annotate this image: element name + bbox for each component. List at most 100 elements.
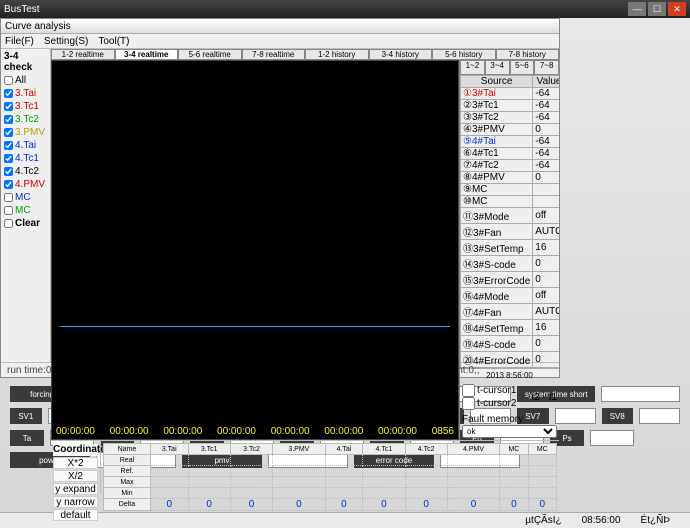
tab-7-8-history[interactable]: 7-8 history [496, 49, 560, 59]
coord-header: Coordinates [53, 444, 98, 456]
source-cell: ⑦4#Tc2 [461, 160, 533, 172]
range-btn-3~4[interactable]: 3~4 [485, 60, 510, 75]
grid-cell [528, 455, 556, 466]
check-3-PMV[interactable]: 3.PMV [4, 127, 47, 138]
chart-area[interactable]: 00:00:0000:00:0000:00:0000:00:0000:00:00… [51, 60, 459, 440]
tab-7-8-realtime[interactable]: 7-8 realtime [242, 49, 306, 59]
tab-3-4-realtime[interactable]: 3-4 realtime [115, 49, 179, 59]
field-Ps[interactable] [590, 430, 634, 446]
coord-X-2[interactable]: X*2 [53, 457, 98, 469]
btn-SV1[interactable]: SV1 [10, 408, 42, 424]
source-cell: Source [461, 76, 533, 88]
fault-memory-select[interactable]: ok [462, 425, 557, 438]
source-cell: ⑥4#Tc1 [461, 148, 533, 160]
grid-cell: 0 [273, 499, 325, 511]
chart-tick: 00:00:00 [56, 426, 95, 437]
check-3-Tc2[interactable]: 3.Tc2 [4, 114, 47, 125]
source-cell: 0 [533, 172, 559, 184]
tab-5-6-history[interactable]: 5-6 history [432, 49, 496, 59]
field-SV7[interactable] [555, 408, 596, 424]
check-3-Tai[interactable]: 3.Tai [4, 88, 47, 99]
grid-cell [405, 455, 447, 466]
grid-cell: Max [104, 477, 151, 488]
check-clear[interactable]: Clear [4, 218, 47, 229]
grid-cell [447, 455, 499, 466]
range-btn-5~6[interactable]: 5~6 [510, 60, 535, 75]
grid-cell [528, 466, 556, 477]
chart-tick: 00:00:00 [217, 426, 256, 437]
grid-cell: 4.Tai [325, 444, 363, 455]
check-MC[interactable]: MC [4, 205, 47, 216]
grid-cell [363, 488, 405, 499]
close-button[interactable]: ✕ [668, 2, 686, 16]
grid-cell: 3.Tc1 [188, 444, 230, 455]
minimize-button[interactable]: — [628, 2, 646, 16]
check-3-Tc1[interactable]: 3.Tc1 [4, 101, 47, 112]
grid-cell: 0 [230, 499, 272, 511]
grid-cell [150, 455, 188, 466]
grid-cell [230, 466, 272, 477]
source-cell: AUTO [533, 304, 559, 320]
source-cell: 0 [533, 124, 559, 136]
range-btn-1~2[interactable]: 1~2 [460, 60, 485, 75]
status-b: 08:56:00 [582, 515, 621, 526]
grid-cell: 4.PMV [447, 444, 499, 455]
source-cell: -64 [533, 112, 559, 124]
menu-setting[interactable]: Setting(S) [44, 36, 88, 47]
source-cell: Value [533, 76, 559, 88]
coord-y-expand[interactable]: y expand [53, 483, 98, 495]
btn-SV8[interactable]: SV8 [602, 408, 634, 424]
grid-cell: 3.Tc2 [230, 444, 272, 455]
check-4-Tc2[interactable]: 4.Tc2 [4, 166, 47, 177]
coord-X-2[interactable]: X/2 [53, 470, 98, 482]
check-4-Tai[interactable]: 4.Tai [4, 140, 47, 151]
tab-5-6-realtime[interactable]: 5-6 realtime [178, 49, 242, 59]
grid-cell: Ref. [104, 466, 151, 477]
source-cell: 16 [533, 240, 559, 256]
check-MC[interactable]: MC [4, 192, 47, 203]
grid-cell [447, 466, 499, 477]
tab-3-4-history[interactable]: 3-4 history [369, 49, 433, 59]
field-SV8[interactable] [639, 408, 680, 424]
grid-cell: Min [104, 488, 151, 499]
coord-default[interactable]: default [53, 509, 98, 521]
chart-tick: 00:00:00 [378, 426, 417, 437]
curve-analysis-dialog: Curve analysis File(F) Setting(S) Tool(T… [0, 18, 560, 378]
grid-cell [325, 466, 363, 477]
field-system-time-short[interactable] [601, 386, 680, 402]
grid-cell [447, 488, 499, 499]
range-btn-7~8[interactable]: 7~8 [534, 60, 559, 75]
grid-cell [273, 488, 325, 499]
source-cell: -64 [533, 136, 559, 148]
tab-1-2-history[interactable]: 1-2 history [305, 49, 369, 59]
grid-cell [405, 466, 447, 477]
source-cell: AUTO [533, 224, 559, 240]
btn-Ta[interactable]: Ta [10, 430, 44, 446]
source-cell: -64 [533, 148, 559, 160]
maximize-button[interactable]: ☐ [648, 2, 666, 16]
grid-cell: Name [104, 444, 151, 455]
check-4-Tc1[interactable]: 4.Tc1 [4, 153, 47, 164]
source-cell: ④3#PMV [461, 124, 533, 136]
grid-cell [405, 488, 447, 499]
menu-tool[interactable]: Tool(T) [98, 36, 129, 47]
grid-cell [363, 477, 405, 488]
grid-cell [188, 488, 230, 499]
sidebar-header: 3-4 check [4, 51, 47, 73]
grid-cell: 0 [150, 499, 188, 511]
t-cursor2-check[interactable]: t-cursor2 [462, 397, 516, 410]
coord-y-narrow[interactable]: y narrow [53, 496, 98, 508]
t-cursor1-check[interactable]: t-cursor1 [462, 384, 516, 397]
source-cell: off [533, 288, 559, 304]
menu-file[interactable]: File(F) [5, 36, 34, 47]
grid-cell [500, 466, 528, 477]
tab-1-2-realtime[interactable]: 1-2 realtime [51, 49, 115, 59]
fault-memory-label: Fault memory [462, 414, 557, 425]
grid-cell: 0 [363, 499, 405, 511]
check-sidebar: 3-4 check All 3.Tai 3.Tc1 3.Tc2 3.PMV 4.Tai 4… [1, 49, 51, 362]
source-cell: off [533, 208, 559, 224]
grid-cell: Delta [104, 499, 151, 511]
source-cell: 16 [533, 320, 559, 336]
check-all[interactable]: All [4, 75, 47, 86]
check-4-PMV[interactable]: 4.PMV [4, 179, 47, 190]
